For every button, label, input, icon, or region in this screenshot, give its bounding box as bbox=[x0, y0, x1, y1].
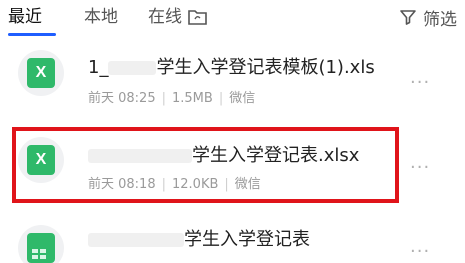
file-source: 微信 bbox=[229, 91, 256, 106]
tab-online[interactable]: 在线 bbox=[148, 6, 210, 28]
highlight-box bbox=[12, 127, 399, 203]
filter-button[interactable]: 筛选 bbox=[399, 6, 457, 30]
file-meta: 前天 08:25 | 1.5MB | 微信 bbox=[88, 91, 256, 106]
redacted-text bbox=[88, 233, 184, 247]
filter-icon bbox=[400, 10, 416, 25]
file-icon-wrap: X bbox=[18, 50, 64, 96]
file-title: 学生入学登记表 bbox=[88, 228, 310, 252]
file-title-suffix: 学生入学登记表 bbox=[184, 229, 310, 250]
excel-icon: X bbox=[27, 58, 55, 88]
file-title: 1_ 学生入学登记表模板(1).xls bbox=[88, 56, 375, 80]
file-size: 1.5MB bbox=[172, 91, 213, 106]
file-row[interactable]: 学生入学登记表 ··· bbox=[0, 215, 465, 263]
file-time: 前天 08:25 bbox=[88, 91, 156, 106]
redacted-text bbox=[108, 61, 157, 75]
tab-local[interactable]: 本地 bbox=[84, 6, 118, 28]
file-tabs: 最近 本地 在线 筛选 bbox=[0, 0, 465, 40]
more-options-button[interactable]: ··· bbox=[410, 157, 430, 178]
file-title-suffix: 学生入学登记表模板(1).xls bbox=[156, 57, 375, 78]
more-options-button[interactable]: ··· bbox=[410, 241, 430, 262]
cloud-folder-icon bbox=[188, 10, 207, 25]
active-tab-indicator bbox=[8, 33, 56, 36]
file-title-prefix: 1_ bbox=[88, 57, 109, 78]
file-icon-wrap bbox=[18, 225, 64, 263]
filter-label: 筛选 bbox=[423, 9, 457, 30]
sheet-icon bbox=[27, 233, 55, 263]
tab-online-label: 在线 bbox=[148, 7, 182, 27]
file-row[interactable]: X 1_ 学生入学登记表模板(1).xls 前天 08:25 | 1.5MB | 微信 ·… bbox=[0, 46, 465, 116]
tab-recent[interactable]: 最近 bbox=[8, 6, 42, 28]
more-options-button[interactable]: ··· bbox=[410, 72, 430, 93]
